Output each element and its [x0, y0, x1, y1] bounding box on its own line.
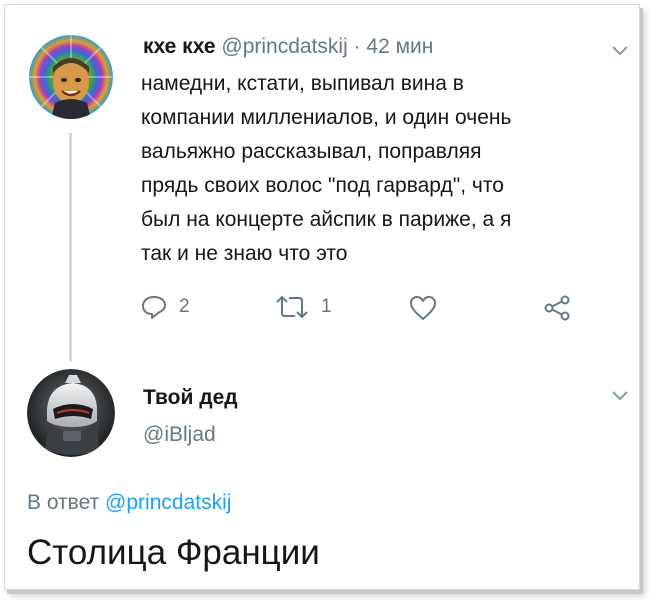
tweet-actions: 2 1 — [141, 295, 611, 329]
tweet-timestamp[interactable]: 42 мин — [366, 35, 433, 58]
author-name[interactable]: Твой дед — [143, 386, 238, 410]
avatar[interactable] — [29, 35, 113, 119]
retweet-icon — [276, 295, 308, 319]
heart-icon — [410, 296, 436, 320]
tweet-text-line: так и не знаю что это — [141, 242, 348, 265]
tweet-text-line: намедни, кстати, выпивал вина в — [141, 72, 464, 95]
tweet-text: намедни, кстати, выпивал вина в компании… — [141, 67, 621, 271]
avatar[interactable] — [27, 369, 115, 457]
share-button[interactable] — [543, 295, 571, 321]
reply-handle-link[interactable]: @princdatskij — [105, 491, 231, 514]
tweet-text-line: прядь своих волос "под гарвард", что — [141, 174, 504, 197]
retweet-button[interactable]: 1 — [275, 295, 332, 319]
share-icon — [544, 295, 570, 321]
author-handle[interactable]: @princdatskij — [221, 35, 347, 58]
thread-connector-line — [69, 133, 72, 361]
tweet-text: Столица Франции — [27, 533, 320, 572]
reply-context: В ответ @princdatskij — [27, 491, 231, 515]
like-button[interactable] — [409, 295, 437, 321]
psychedelic-avatar-image — [29, 35, 113, 119]
tweet-text-line: вальяжно рассказывал, поправляя — [141, 140, 482, 163]
tweet-header: кхе кхе @princdatskij · 42 мин — [143, 35, 433, 59]
tweet-text-line: был на концерте айспик в париже, а я — [141, 208, 512, 231]
retweet-count: 1 — [321, 296, 332, 317]
author-name[interactable]: кхе кхе — [143, 35, 216, 58]
tweet-thread: кхе кхе @princdatskij · 42 мин намедни, … — [4, 4, 640, 590]
reply-count: 2 — [179, 296, 190, 317]
tweet-text-line: компании миллениалов, и один очень — [141, 106, 512, 129]
reply-button[interactable]: 2 — [141, 295, 190, 319]
reply-icon — [142, 296, 166, 319]
chevron-down-icon[interactable] — [611, 45, 629, 57]
chevron-down-icon[interactable] — [611, 390, 629, 402]
reply-prefix: В ответ — [27, 491, 100, 514]
robot-helmet-avatar-image — [27, 369, 115, 457]
separator-dot: · — [353, 35, 361, 58]
author-handle[interactable]: @iBljad — [143, 423, 216, 447]
